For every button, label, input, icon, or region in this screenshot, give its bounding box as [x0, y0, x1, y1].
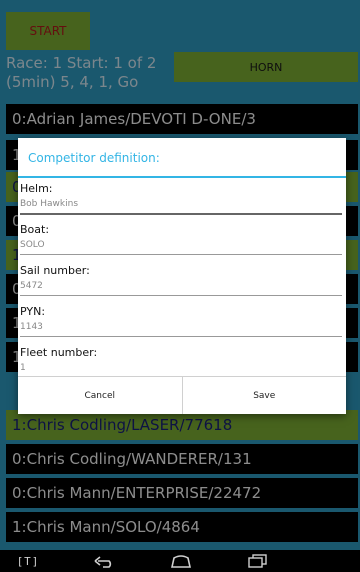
- keyboard-indicator: [T]: [16, 554, 40, 568]
- save-button[interactable]: Save: [181, 377, 346, 414]
- sail-number-label: Sail number:: [20, 264, 90, 277]
- system-nav-bar: [T]: [0, 550, 360, 572]
- recent-apps-icon[interactable]: [245, 552, 271, 570]
- dialog-title: Competitor definition:: [18, 138, 346, 178]
- sail-number-input[interactable]: [20, 279, 342, 296]
- fleet-number-label: Fleet number:: [20, 346, 98, 359]
- sail-number-field-group: Sail number:: [18, 260, 346, 301]
- helm-field-group: Helm:: [18, 178, 346, 219]
- race-app: START Race: 1 Start: 1 of 2 (5min) 5, 4,…: [0, 0, 360, 550]
- boat-field-group: Boat:: [18, 219, 346, 260]
- pyn-field-group: PYN:: [18, 301, 346, 342]
- boat-label: Boat:: [20, 223, 50, 236]
- back-icon[interactable]: [92, 552, 118, 570]
- helm-input[interactable]: [20, 197, 342, 215]
- cancel-button[interactable]: Cancel: [18, 377, 182, 414]
- home-icon[interactable]: [169, 552, 193, 570]
- pyn-input[interactable]: [20, 320, 342, 337]
- competitor-dialog: Competitor definition: Helm: Boat: Sail …: [18, 138, 346, 414]
- pyn-label: PYN:: [20, 305, 46, 318]
- dialog-button-bar: Cancel Save: [18, 376, 346, 414]
- boat-input[interactable]: [20, 238, 342, 255]
- helm-label: Helm:: [20, 182, 53, 195]
